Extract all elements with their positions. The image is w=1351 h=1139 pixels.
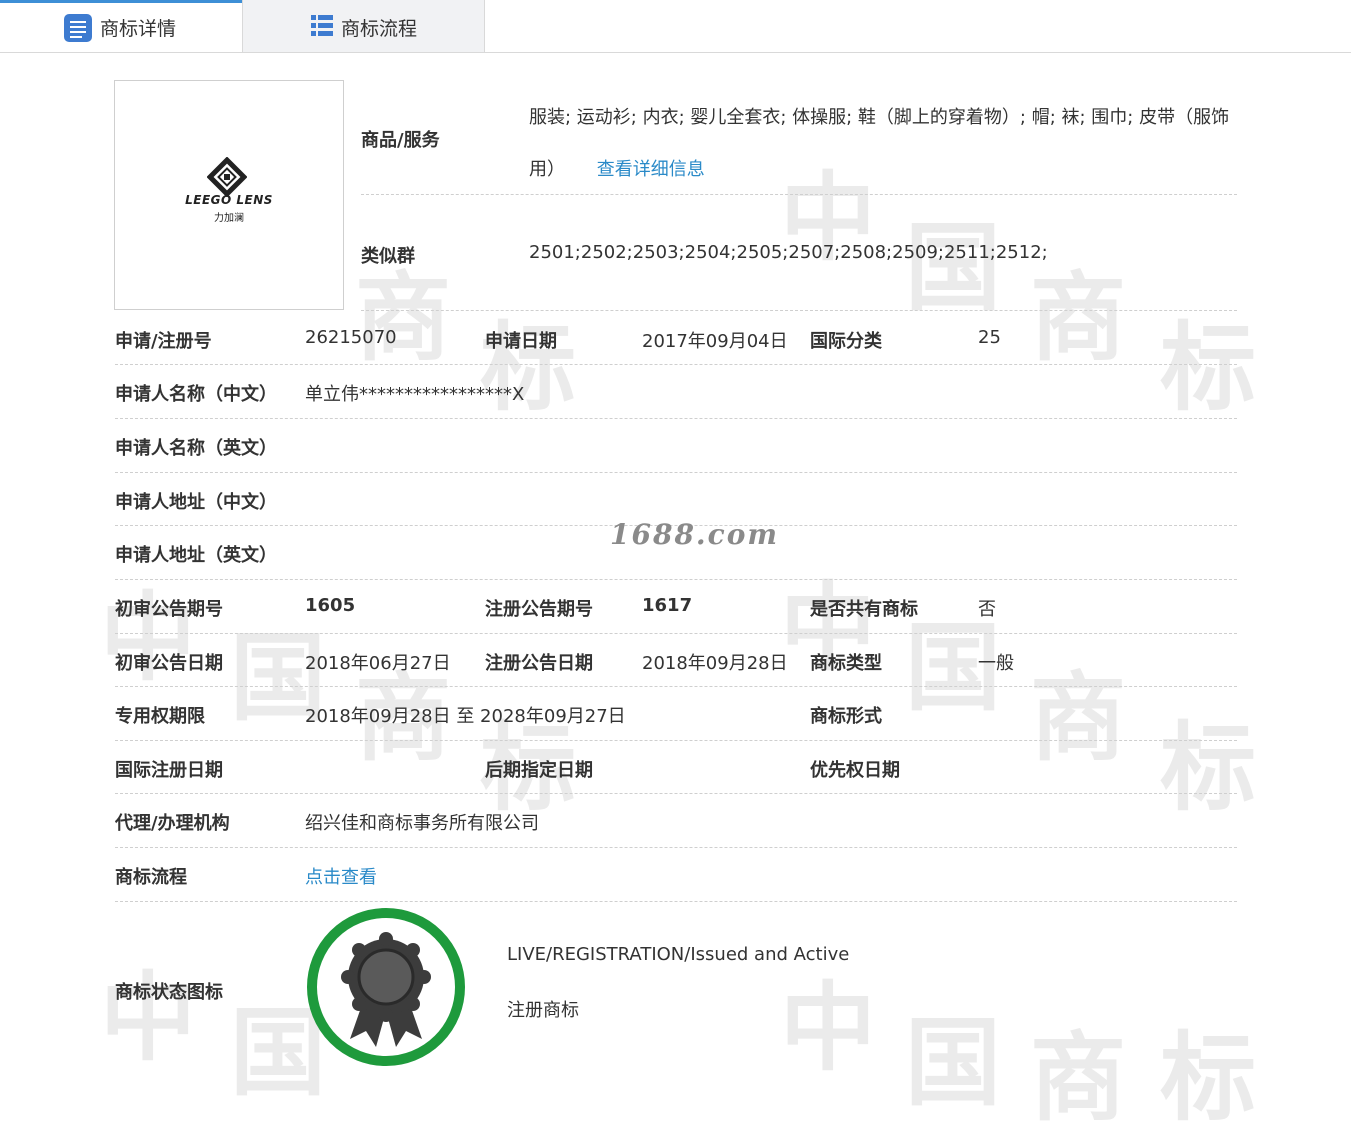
divider: [115, 686, 1237, 687]
divider: [115, 364, 1237, 365]
tab-bar: 商标详情 商标流程: [0, 0, 1351, 53]
tab-label: 商标详情: [100, 18, 177, 40]
goods-label: 商品/服务: [361, 130, 440, 151]
divider: [361, 310, 1237, 311]
list-icon: [64, 13, 92, 42]
shared-value: 否: [978, 599, 996, 620]
reg-no-label: 申请/注册号: [115, 331, 212, 352]
watermark-1688: 1688.com: [610, 518, 780, 551]
status-text-cn: 注册商标: [507, 1000, 579, 1021]
watermark-char: 标: [1160, 1022, 1256, 1134]
exclusive-period-label: 专用权期限: [115, 706, 205, 727]
view-detail-link[interactable]: 查看详细信息: [597, 159, 705, 180]
goods-value: 服装; 运动衫; 内衣; 婴儿全套衣; 体操服; 鞋（脚上的穿着物）; 帽; 袜…: [529, 92, 1239, 196]
watermark-char: 标: [1160, 712, 1256, 824]
watermark-char: 商: [1030, 662, 1126, 774]
status-icon-label: 商标状态图标: [115, 982, 223, 1003]
divider: [115, 579, 1237, 580]
tm-form-label: 商标形式: [810, 706, 882, 727]
agency-value: 绍兴佳和商标事务所有限公司: [305, 813, 539, 834]
address-cn-label: 申请人地址（中文）: [115, 492, 277, 513]
divider: [361, 194, 1237, 195]
divider: [115, 793, 1237, 794]
prelim-issue-label: 初审公告期号: [115, 599, 223, 620]
divider: [115, 472, 1237, 473]
priority-date-label: 优先权日期: [810, 760, 900, 781]
prelim-issue-value: 1605: [305, 595, 356, 616]
divider: [115, 901, 1237, 902]
tab-label: 商标流程: [341, 18, 418, 40]
apply-date-value: 2017年09月04日: [642, 331, 788, 352]
reg-date-value: 2018年09月28日: [642, 653, 788, 674]
watermark-char: 商: [1030, 1022, 1126, 1134]
watermark-char: 中: [100, 962, 196, 1074]
watermark-char: 中: [100, 582, 196, 694]
divider: [115, 740, 1237, 741]
reg-issue-value: 1617: [642, 595, 693, 616]
tm-type-label: 商标类型: [810, 653, 882, 674]
reg-date-label: 注册公告日期: [485, 653, 593, 674]
applicant-cn-label: 申请人名称（中文）: [115, 384, 277, 405]
apply-date-label: 申请日期: [485, 331, 557, 352]
similar-group-label: 类似群: [361, 246, 415, 267]
intl-reg-date-label: 国际注册日期: [115, 760, 223, 781]
exclusive-period-value: 2018年09月28日 至 2028年09月27日: [305, 706, 626, 727]
prelim-date-value: 2018年06月27日: [305, 653, 451, 674]
similar-group-value: 2501;2502;2503;2504;2505;2507;2508;2509;…: [529, 242, 1048, 263]
divider: [115, 847, 1237, 848]
watermark-char: 中: [780, 972, 876, 1084]
divider: [115, 418, 1237, 419]
status-text-en: LIVE/REGISTRATION/Issued and Active: [507, 944, 850, 965]
brand-logo-mark: [207, 157, 247, 197]
watermark-char: 国: [905, 1007, 1001, 1119]
tab-trademark-detail[interactable]: 商标详情: [0, 0, 242, 52]
table-icon: [311, 14, 333, 36]
agency-label: 代理/办理机构: [115, 813, 230, 834]
brand-logo-text: LEEGO LENS: [185, 193, 273, 207]
award-ribbon-icon: [307, 908, 465, 1066]
divider: [115, 633, 1237, 634]
intl-class-label: 国际分类: [810, 331, 882, 352]
prelim-date-label: 初审公告日期: [115, 653, 223, 674]
flow-view-link[interactable]: 点击查看: [305, 863, 377, 889]
tab-trademark-flow[interactable]: 商标流程: [242, 0, 485, 52]
flow-label: 商标流程: [115, 867, 187, 888]
later-date-label: 后期指定日期: [485, 760, 593, 781]
applicant-en-label: 申请人名称（英文）: [115, 438, 277, 459]
applicant-cn-value: 单立伟*****************X: [305, 384, 525, 405]
reg-no-value: 26215070: [305, 327, 397, 348]
shared-label: 是否共有商标: [810, 599, 918, 620]
reg-issue-label: 注册公告期号: [485, 599, 593, 620]
address-en-label: 申请人地址（英文）: [115, 545, 277, 566]
trademark-image: LEEGO LENS 力加澜: [114, 80, 344, 310]
brand-logo-subtext: 力加澜: [214, 213, 244, 224]
tm-type-value: 一般: [978, 653, 1014, 674]
intl-class-value: 25: [978, 327, 1001, 348]
